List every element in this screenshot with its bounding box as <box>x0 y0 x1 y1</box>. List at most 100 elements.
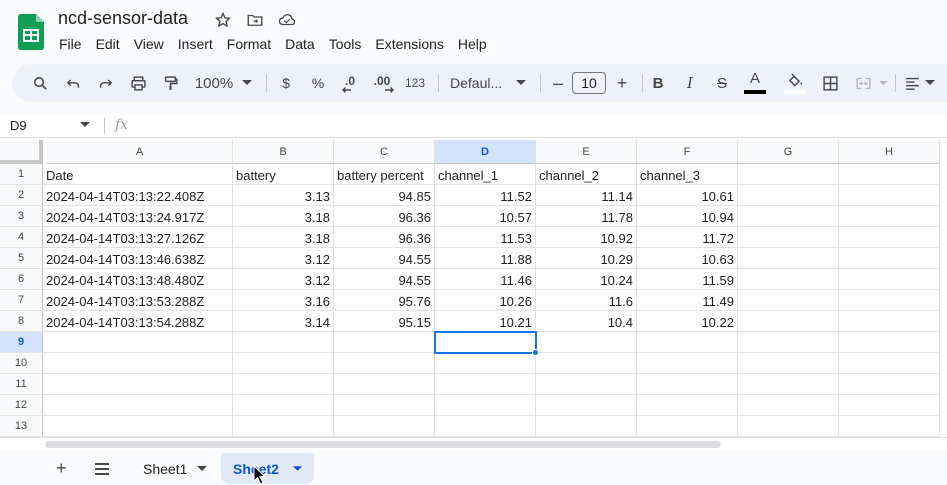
cell-c6[interactable]: 94.55 <box>334 269 435 290</box>
chevron-down-icon[interactable] <box>197 465 208 472</box>
spreadsheet-grid[interactable]: A B C D E F G H 1 Date battery battery percent chann… <box>0 140 947 437</box>
cell-h2[interactable] <box>839 185 940 206</box>
row-header-5[interactable]: 5 <box>0 248 43 269</box>
menu-edit[interactable]: Edit <box>89 34 127 54</box>
cell-d8[interactable]: 10.21 <box>435 311 536 332</box>
menu-format[interactable]: Format <box>220 34 278 54</box>
currency-format-button[interactable]: $ <box>276 64 296 102</box>
cell-a3[interactable]: 2024-04-14T03:13:24.917Z <box>43 206 233 227</box>
cell-c8[interactable]: 95.15 <box>334 311 435 332</box>
cell-g8[interactable] <box>738 311 839 332</box>
cell-a7[interactable]: 2024-04-14T03:13:53.288Z <box>43 290 233 311</box>
column-header-c[interactable]: C <box>334 140 435 164</box>
row-header-9[interactable]: 9 <box>0 332 43 353</box>
column-header-a[interactable]: A <box>47 140 233 164</box>
formula-input[interactable] <box>140 114 940 138</box>
cell-b4[interactable]: 3.18 <box>233 227 334 248</box>
row-header-1[interactable]: 1 <box>0 164 43 185</box>
cell-f3[interactable]: 10.94 <box>637 206 738 227</box>
cell-b5[interactable]: 3.12 <box>233 248 334 269</box>
text-color-button[interactable]: A <box>743 64 767 102</box>
cell-a4[interactable]: 2024-04-14T03:13:27.126Z <box>43 227 233 248</box>
menu-view[interactable]: View <box>127 34 171 54</box>
sheets-logo-icon[interactable] <box>18 14 44 50</box>
document-title[interactable]: ncd-sensor-data <box>58 8 188 29</box>
italic-button[interactable]: I <box>680 64 700 102</box>
cell-d6[interactable]: 11.46 <box>435 269 536 290</box>
chevron-down-icon[interactable] <box>514 64 528 102</box>
menu-file[interactable]: File <box>52 34 89 54</box>
cell-d7[interactable]: 10.26 <box>435 290 536 311</box>
cell-h5[interactable] <box>839 248 940 269</box>
cell-b6[interactable]: 3.12 <box>233 269 334 290</box>
cell-d2[interactable]: 11.52 <box>435 185 536 206</box>
cell-f2[interactable]: 10.61 <box>637 185 738 206</box>
cell-e2[interactable]: 11.14 <box>536 185 637 206</box>
cell-g10[interactable] <box>738 353 839 374</box>
add-sheet-button[interactable]: + <box>44 453 79 484</box>
select-all-corner[interactable] <box>0 140 43 164</box>
horizontal-scrollbar[interactable] <box>0 437 947 450</box>
cell-f1[interactable]: channel_3 <box>637 164 738 185</box>
cell-f6[interactable]: 11.59 <box>637 269 738 290</box>
row-header-13[interactable]: 13 <box>0 416 43 437</box>
cell-h4[interactable] <box>839 227 940 248</box>
zoom-select[interactable]: 100% <box>192 64 236 102</box>
font-size-input[interactable]: 10 <box>572 72 606 94</box>
chevron-down-icon[interactable] <box>80 122 90 128</box>
sheet-tab-sheet2[interactable]: Sheet2 <box>221 453 314 484</box>
cell-g7[interactable] <box>738 290 839 311</box>
search-menus-icon[interactable] <box>28 64 52 102</box>
cell-a1[interactable]: Date <box>43 164 233 185</box>
row-header-7[interactable]: 7 <box>0 290 43 311</box>
column-header-b[interactable]: B <box>233 140 334 164</box>
cell-c13[interactable] <box>334 416 435 437</box>
cell-b12[interactable] <box>233 395 334 416</box>
cell-d5[interactable]: 11.88 <box>435 248 536 269</box>
cell-f9[interactable] <box>637 332 738 353</box>
cell-b1[interactable]: battery <box>233 164 334 185</box>
fill-handle[interactable] <box>532 349 539 356</box>
cell-c9[interactable] <box>334 332 435 353</box>
borders-icon[interactable] <box>818 64 842 102</box>
decrease-font-size-button[interactable]: – <box>548 64 568 102</box>
cell-h3[interactable] <box>839 206 940 227</box>
chevron-down-icon[interactable] <box>877 64 889 102</box>
cell-g4[interactable] <box>738 227 839 248</box>
cell-g3[interactable] <box>738 206 839 227</box>
cell-d4[interactable]: 11.53 <box>435 227 536 248</box>
cell-h1[interactable] <box>839 164 940 185</box>
increase-font-size-button[interactable]: + <box>612 64 632 102</box>
cell-d11[interactable] <box>435 374 536 395</box>
percent-format-button[interactable]: % <box>308 64 328 102</box>
scrollbar-thumb[interactable] <box>45 441 721 448</box>
cell-e5[interactable]: 10.29 <box>536 248 637 269</box>
row-header-10[interactable]: 10 <box>0 353 43 374</box>
menu-data[interactable]: Data <box>278 34 322 54</box>
cell-h7[interactable] <box>839 290 940 311</box>
cell-e6[interactable]: 10.24 <box>536 269 637 290</box>
cell-f8[interactable]: 10.22 <box>637 311 738 332</box>
strikethrough-button[interactable]: S <box>712 64 732 102</box>
move-folder-icon[interactable] <box>245 10 265 30</box>
row-header-3[interactable]: 3 <box>0 206 43 227</box>
column-header-e[interactable]: E <box>536 140 637 164</box>
cell-h8[interactable] <box>839 311 940 332</box>
cell-c2[interactable]: 94.85 <box>334 185 435 206</box>
cell-e4[interactable]: 10.92 <box>536 227 637 248</box>
cell-f13[interactable] <box>637 416 738 437</box>
cell-a11[interactable] <box>43 374 233 395</box>
cell-a13[interactable] <box>43 416 233 437</box>
cell-b13[interactable] <box>233 416 334 437</box>
decrease-decimal-button[interactable]: .0 <box>337 64 363 102</box>
cell-a9[interactable] <box>43 332 233 353</box>
cell-c7[interactable]: 95.76 <box>334 290 435 311</box>
chevron-down-icon[interactable] <box>923 64 937 102</box>
cell-b10[interactable] <box>233 353 334 374</box>
cell-a6[interactable]: 2024-04-14T03:13:48.480Z <box>43 269 233 290</box>
fill-color-button[interactable] <box>783 64 807 102</box>
cell-h9[interactable] <box>839 332 940 353</box>
cell-f11[interactable] <box>637 374 738 395</box>
cell-a2[interactable]: 2024-04-14T03:13:22.408Z <box>43 185 233 206</box>
cell-f10[interactable] <box>637 353 738 374</box>
